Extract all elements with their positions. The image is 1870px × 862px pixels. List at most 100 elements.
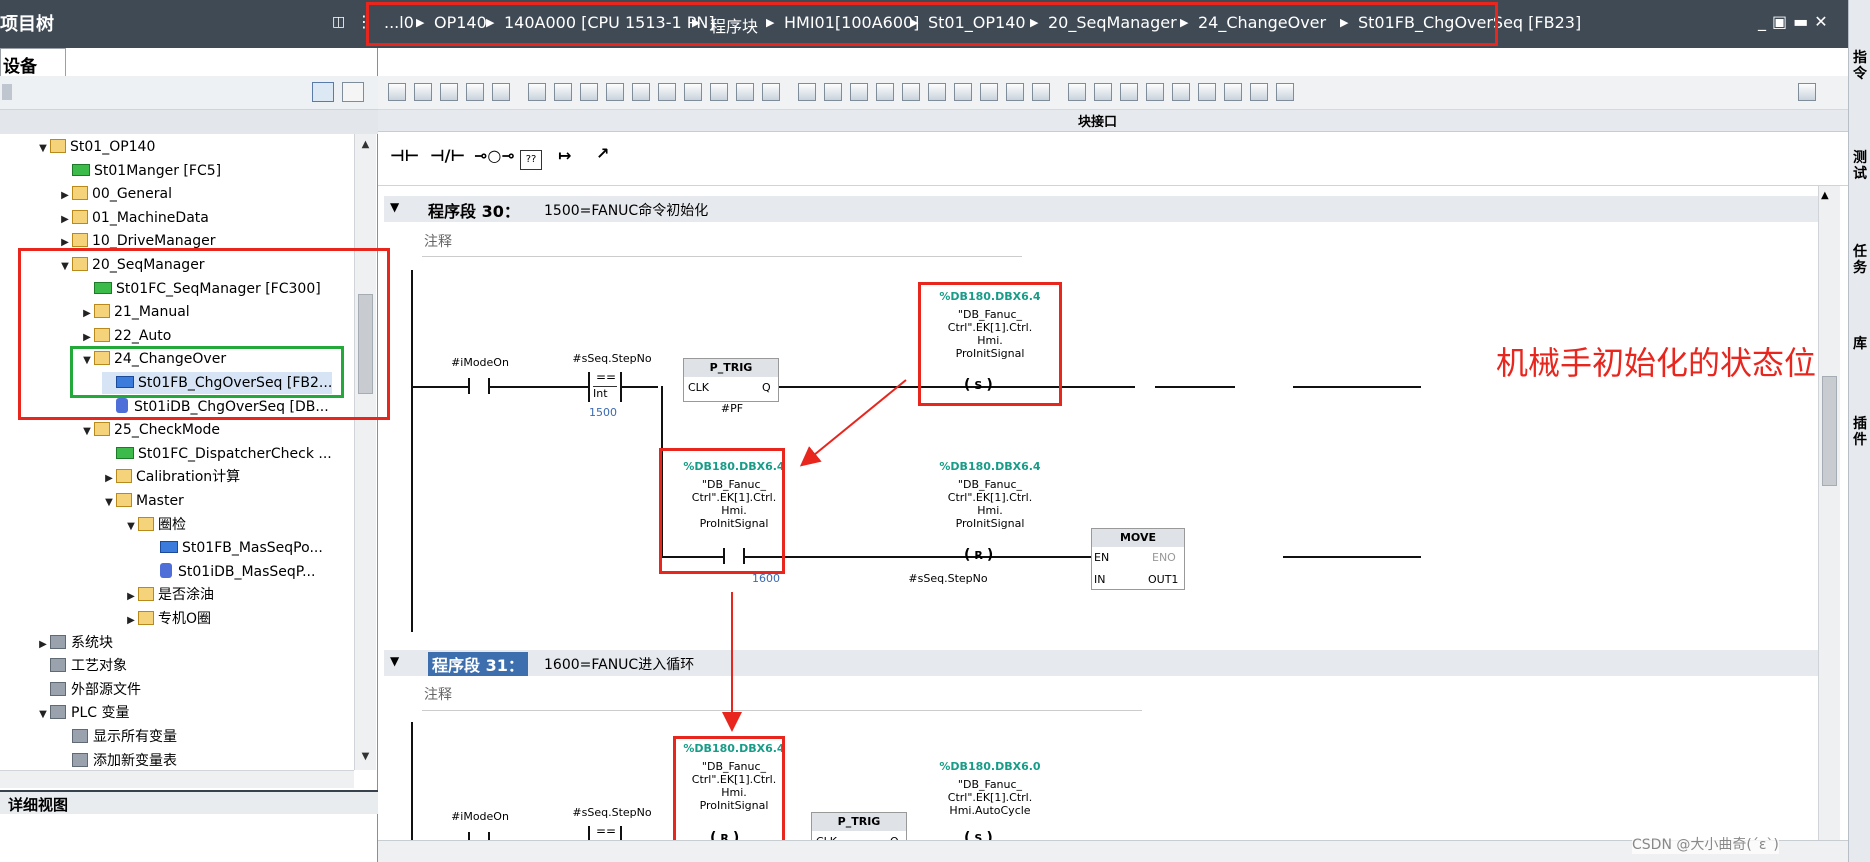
toolbar-tool-icon[interactable] [388,83,406,101]
toolbar-tool-icon[interactable] [466,83,484,101]
tree-filter-icon[interactable] [2,84,12,100]
toolbar-tool-icon[interactable] [492,83,510,101]
toolbar-tool-icon[interactable] [1172,83,1190,101]
toolbar-tool-icon[interactable] [980,83,998,101]
tree-horizontal-scrollbar[interactable] [0,770,354,788]
scroll-thumb[interactable] [1822,376,1837,486]
toolbar-tool-icon[interactable] [824,83,842,101]
project-tree-panel: 项目树 ◫ ⋮ 设备 ▼ St01_OP140 St01Manger [FC5] ▶ 0… [0,0,378,862]
tree-item-label: St01_OP140 [70,139,156,155]
toolbar-tool-icon[interactable] [1146,83,1164,101]
sidebar-tab[interactable]: 任务 [1851,244,1869,276]
toolbar-tool-icon[interactable] [658,83,676,101]
toolbar-tool-icon[interactable] [1094,83,1112,101]
tree-item-label: St01FB_MasSeqPo... [182,540,323,557]
chevron-down-icon[interactable]: ▼ [80,421,94,443]
tree-item[interactable]: ▶ 是否涂油 [124,584,214,606]
chevron-down-icon[interactable]: ▼ [36,704,50,726]
tree-item[interactable]: 工艺对象 [36,655,127,677]
scroll-down-icon[interactable]: ▼ [356,748,375,766]
toolbar-tool-icon[interactable] [954,83,972,101]
object-icon [50,681,66,696]
folder-icon [116,469,132,484]
tree-item[interactable]: ▼ 25_CheckMode [80,419,220,441]
folder-icon [138,516,154,531]
folder-icon [50,139,66,153]
folder-icon [116,493,132,507]
tree-item[interactable]: ▶ 01_MachineData [58,207,209,229]
sidebar-tab[interactable]: 库 [1851,336,1869,352]
toolbar-tool-icon[interactable] [762,83,780,101]
chevron-right-icon[interactable]: ▶ [58,185,72,207]
toolbar-tool-icon[interactable] [528,83,546,101]
tree-item[interactable]: St01FC_DispatcherCheck ... [102,443,332,465]
tree-item[interactable]: ▶ 系统块 [36,632,113,654]
folder-icon [94,422,110,437]
toolbar-tool-icon[interactable] [1120,83,1138,101]
tree-item-label: 圈检 [158,516,186,533]
chevron-right-icon[interactable]: ▶ [102,468,116,490]
tree-item[interactable]: 外部源文件 [36,679,141,701]
tree-item[interactable]: St01iDB_MasSeqP... [146,561,315,583]
toolbar-tool-icon[interactable] [580,83,598,101]
toolbar-tool-icon[interactable] [632,83,650,101]
tree-item[interactable]: ▶ 专机O圈 [124,608,211,630]
toolbar-tool-icon[interactable] [1224,83,1242,101]
chevron-right-icon[interactable]: ▶ [124,610,138,632]
tree-item[interactable]: ▼ Master [102,490,184,512]
toolbar-tool-icon[interactable] [876,83,894,101]
tree-settings-icon[interactable] [342,82,364,102]
toolbar-tool-icon[interactable] [554,83,572,101]
toolbar-tool-icon[interactable] [1198,83,1216,101]
tree-item[interactable]: ▼ PLC 变量 [36,702,129,724]
chevron-down-icon[interactable]: ▼ [102,492,116,514]
toolbar-tool-icon[interactable] [1006,83,1024,101]
tree-item[interactable]: St01FB_MasSeqPo... [146,537,323,559]
toolbar-tool-icon[interactable] [710,83,728,101]
toolbar-tool-icon[interactable] [798,83,816,101]
toolbar-tool-icon[interactable] [606,83,624,101]
scroll-up-icon[interactable]: ▲ [356,136,375,154]
toolbar-tool-icon[interactable] [928,83,946,101]
toolbar-tool-icon[interactable] [1276,83,1294,101]
toolbar-tool-icon[interactable] [1068,83,1086,101]
sidebar-tab[interactable]: 测试 [1851,150,1869,182]
tree-item[interactable]: ▼ 圈检 [124,514,186,536]
scroll-up-icon[interactable]: ▲ [1821,190,1829,201]
toolbar-tool-icon[interactable] [684,83,702,101]
chevron-right-icon[interactable]: ▶ [36,634,50,656]
toolbar-tool-icon[interactable] [850,83,868,101]
tree-item-label: St01FC_DispatcherCheck ... [138,445,332,462]
tree-vertical-scrollbar[interactable]: ▲ ▼ [354,134,376,770]
toolbar-tool-icon[interactable] [440,83,458,101]
annotation-box-changeover [70,346,344,398]
chevron-down-icon[interactable]: ▼ [36,138,50,160]
toolbar-options-icon[interactable] [1798,83,1816,101]
tree-item-label: 系统块 [71,634,113,651]
chevron-right-icon[interactable]: ▶ [124,586,138,608]
toolbar-tool-icon[interactable] [414,83,432,101]
chevron-down-icon[interactable]: ▼ [124,516,138,538]
project-tree-title: 项目树 [0,14,54,35]
db-block-icon [160,562,172,578]
tree-item[interactable]: 添加新变量表 [58,750,177,772]
tree-item[interactable]: St01Manger [FC5] [58,160,221,182]
toolbar-tool-icon[interactable] [1250,83,1268,101]
tree-top-band [0,110,378,134]
tree-item[interactable]: 显示所有变量 [58,726,177,748]
tree-grid-icon[interactable] [312,82,334,102]
editor-vertical-scrollbar[interactable]: ▲ [1818,186,1840,862]
tree-item[interactable]: ▶ Calibration计算 [102,466,240,488]
detail-view-header[interactable]: 详细视图 [0,790,378,814]
tree-item-label: 工艺对象 [71,658,127,675]
chevron-right-icon[interactable]: ▶ [58,209,72,231]
toolbar-tool-icon[interactable] [902,83,920,101]
sidebar-tab[interactable]: 指令 [1851,50,1869,82]
tree-item[interactable]: ▼ St01_OP140 [36,136,155,158]
toolbar-tool-icon[interactable] [736,83,754,101]
tab-devices[interactable]: 设备 [0,48,66,77]
tree-item[interactable]: ▶ 00_General [58,183,172,205]
panel-collapse-icon[interactable]: ◫ [332,14,345,30]
toolbar-tool-icon[interactable] [1032,83,1050,101]
sidebar-tab[interactable]: 插件 [1851,416,1869,448]
